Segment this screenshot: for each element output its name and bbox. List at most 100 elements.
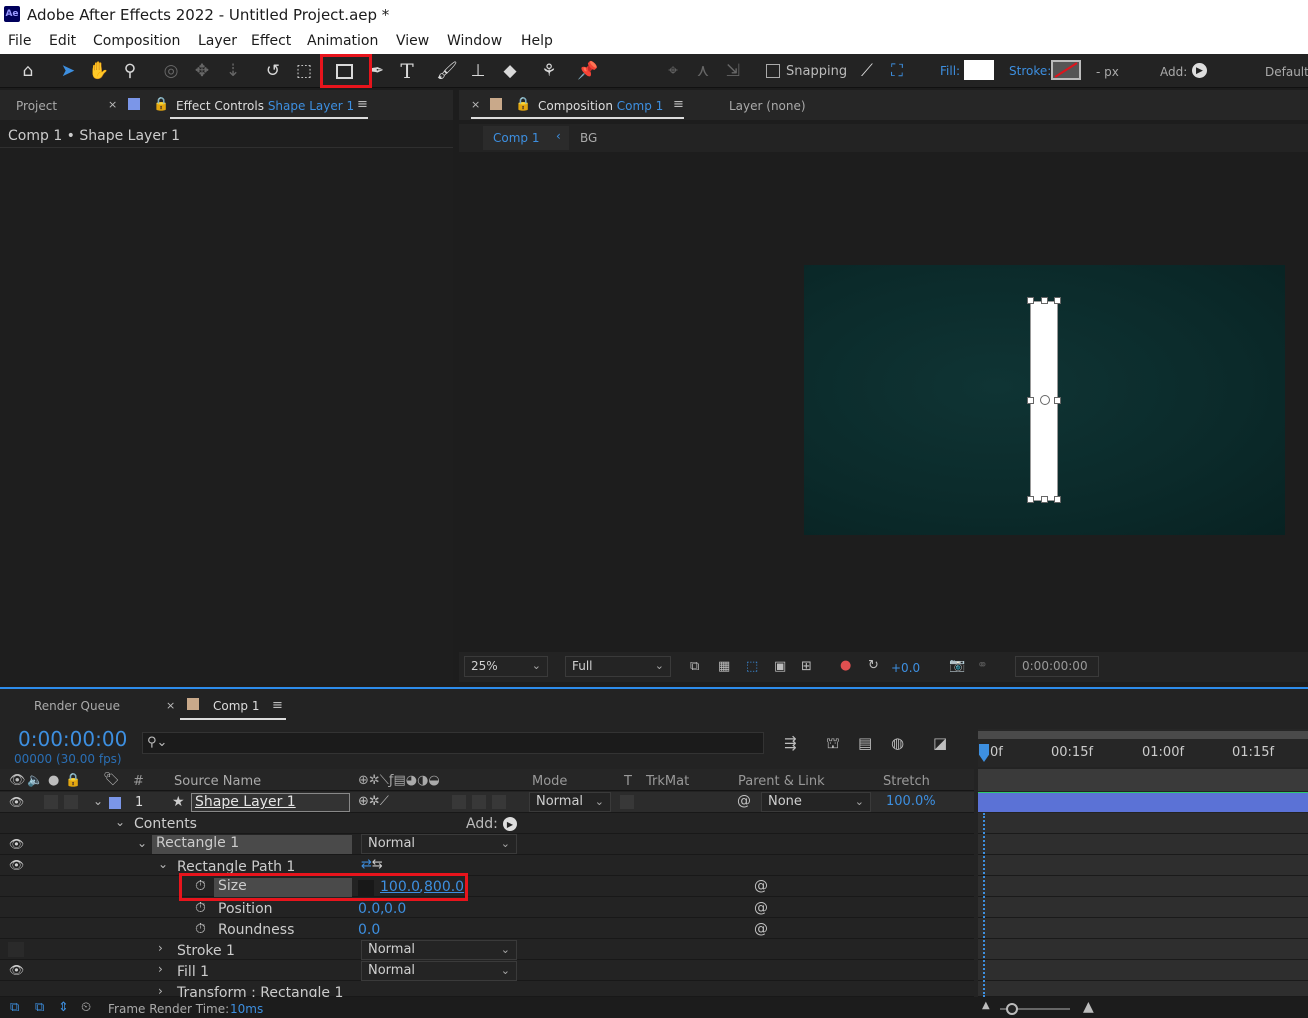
current-time[interactable]: 0:00:00:00	[18, 727, 127, 751]
workspace-label[interactable]: Default	[1265, 65, 1308, 79]
handle-top-right[interactable]	[1054, 297, 1061, 304]
handle-middle-right[interactable]	[1054, 397, 1061, 404]
tab-render-queue[interactable]: Render Queue	[34, 699, 120, 713]
render-time-toggle-icon[interactable]: ⏲	[81, 1001, 91, 1014]
reset-exposure-icon[interactable]: ↻	[868, 659, 879, 672]
expand-chevron-icon[interactable]: ›	[158, 984, 163, 997]
panel-menu-icon[interactable]: ≡	[357, 98, 368, 111]
position-property-row[interactable]	[0, 897, 974, 918]
channel-icon[interactable]: ●	[840, 659, 851, 672]
switch-box[interactable]	[492, 795, 506, 809]
mask-visibility-icon[interactable]: ⬚	[746, 660, 758, 673]
frame-blending-icon[interactable]: ◍	[891, 736, 904, 751]
guides-icon[interactable]: ⊞	[801, 660, 812, 673]
handle-bottom-center[interactable]	[1041, 496, 1048, 503]
zoom-slider[interactable]	[1000, 1003, 1070, 1015]
draft-3d-icon[interactable]: ⛫	[826, 736, 840, 751]
handle-middle-left[interactable]	[1027, 397, 1034, 404]
panel-menu-icon[interactable]: ≡	[673, 98, 684, 111]
transparency-grid-icon[interactable]: ▦	[718, 660, 730, 673]
time-ruler[interactable]: 0f 00:15f 01:00f 01:15f	[978, 729, 1308, 767]
menu-file[interactable]: File	[8, 33, 31, 49]
layer-audio-box[interactable]	[44, 795, 58, 809]
roundness-property-row[interactable]	[0, 918, 974, 939]
expression-pick-whip-icon[interactable]: @	[754, 900, 768, 916]
stroke-mode-dropdown[interactable]: Normal ⌄	[361, 940, 517, 960]
snapping-checkbox[interactable]	[766, 64, 780, 78]
tab-comp1[interactable]: Comp 1	[213, 699, 259, 713]
parent-dropdown[interactable]: None ⌄	[761, 792, 871, 812]
stroke-swatch[interactable]	[1051, 60, 1081, 80]
stopwatch-icon[interactable]: ⏱	[195, 921, 206, 937]
position-y-value[interactable]: 0.0	[384, 901, 406, 917]
composition-canvas[interactable]	[804, 265, 1285, 535]
work-area-bar[interactable]	[978, 731, 1308, 739]
selection-tool-icon[interactable]: ➤	[55, 59, 81, 83]
expression-pick-whip-icon[interactable]: @	[754, 878, 768, 894]
stroke-width-value[interactable]: - px	[1096, 65, 1119, 79]
rotation-tool-icon[interactable]: ↺	[260, 59, 286, 83]
layer-switches-icons[interactable]: ⊕✲⟋	[358, 794, 389, 809]
zoom-slider-handle[interactable]	[1006, 1003, 1018, 1015]
path-direction-icon[interactable]: ⇄⇆	[361, 857, 383, 872]
eye-icon[interactable]: 👁	[9, 963, 24, 977]
motion-blur-icon[interactable]: ◪	[933, 736, 947, 751]
trkmat-box[interactable]	[620, 795, 634, 809]
handle-top-center[interactable]	[1041, 297, 1048, 304]
add-button-icon[interactable]: ▶	[1192, 63, 1207, 78]
composition-mini-flowchart-icon[interactable]: ⇶	[784, 736, 797, 751]
zoom-out-mountain-icon[interactable]: ▲	[982, 1001, 990, 1011]
visibility-box[interactable]	[8, 942, 24, 957]
current-time-indicator[interactable]	[983, 813, 985, 997]
eye-icon[interactable]: 👁	[9, 837, 24, 851]
stopwatch-icon[interactable]: ⏱	[195, 878, 206, 894]
constrain-proportions-box[interactable]	[358, 880, 374, 896]
panel-menu-icon[interactable]: ≡	[272, 699, 283, 712]
eye-icon[interactable]: 👁	[9, 795, 24, 809]
roto-brush-icon[interactable]: ⚘	[536, 59, 562, 83]
menu-effect[interactable]: Effect	[251, 33, 291, 49]
layer-switches-toggle-icon[interactable]: ⧉	[10, 1001, 19, 1014]
position-x-value[interactable]: 0.0	[358, 901, 380, 917]
tab-effect-controls[interactable]: Effect Controls Shape Layer 1	[176, 99, 354, 113]
menu-animation[interactable]: Animation	[307, 33, 378, 49]
in-out-toggle-icon[interactable]: ⇕	[58, 1001, 69, 1014]
eye-icon[interactable]: 👁	[9, 858, 24, 872]
lock-icon[interactable]: 🔒	[153, 98, 169, 111]
handle-top-left[interactable]	[1027, 297, 1034, 304]
eraser-tool-icon[interactable]: ◆	[497, 59, 523, 83]
add-button-icon[interactable]: ▶	[503, 817, 517, 831]
layer-label-swatch[interactable]	[109, 797, 121, 809]
menu-window[interactable]: Window	[447, 33, 502, 49]
tab-composition[interactable]: Composition Comp 1	[538, 99, 663, 113]
size-height-value[interactable]: 800.0	[424, 879, 464, 895]
tab-project[interactable]: Project	[16, 99, 57, 113]
local-axis-icon[interactable]: ⇲	[720, 59, 746, 83]
handle-bottom-right[interactable]	[1054, 496, 1061, 503]
menu-view[interactable]: View	[396, 33, 429, 49]
flow-item-bg[interactable]: BG	[580, 131, 597, 145]
rectangle-path-row[interactable]	[0, 855, 974, 876]
close-icon[interactable]: ×	[471, 99, 480, 110]
close-icon[interactable]: ×	[108, 99, 117, 110]
fill-mode-dropdown[interactable]: Normal ⌄	[361, 961, 517, 981]
expand-chevron-icon[interactable]: ›	[158, 962, 163, 976]
rectangle-group-name-field[interactable]: Rectangle 1	[152, 835, 352, 854]
snap-edge-icon[interactable]: ⟋	[854, 59, 880, 83]
pan-behind-icon[interactable]: ⬚	[291, 59, 317, 83]
expand-chevron-icon[interactable]: ⌄	[93, 794, 103, 808]
anchor-point-icon[interactable]	[1040, 395, 1050, 405]
close-icon[interactable]: ×	[166, 700, 175, 711]
menu-composition[interactable]: Composition	[93, 33, 180, 49]
size-property-row[interactable]	[0, 876, 974, 897]
handle-bottom-left[interactable]	[1027, 496, 1034, 503]
layer-solo-box[interactable]	[64, 795, 78, 809]
expand-chevron-icon[interactable]: ›	[158, 941, 163, 955]
expand-chevron-icon[interactable]: ⌄	[137, 836, 147, 850]
menu-layer[interactable]: Layer	[198, 33, 237, 49]
type-tool-icon[interactable]: T	[394, 59, 420, 83]
show-snapshot-icon[interactable]: ⚭	[977, 659, 988, 672]
stretch-value[interactable]: 100.0%	[886, 794, 936, 809]
dolly-camera-icon[interactable]: ⇣	[220, 59, 246, 83]
brush-tool-icon[interactable]: 🖌	[434, 59, 460, 83]
